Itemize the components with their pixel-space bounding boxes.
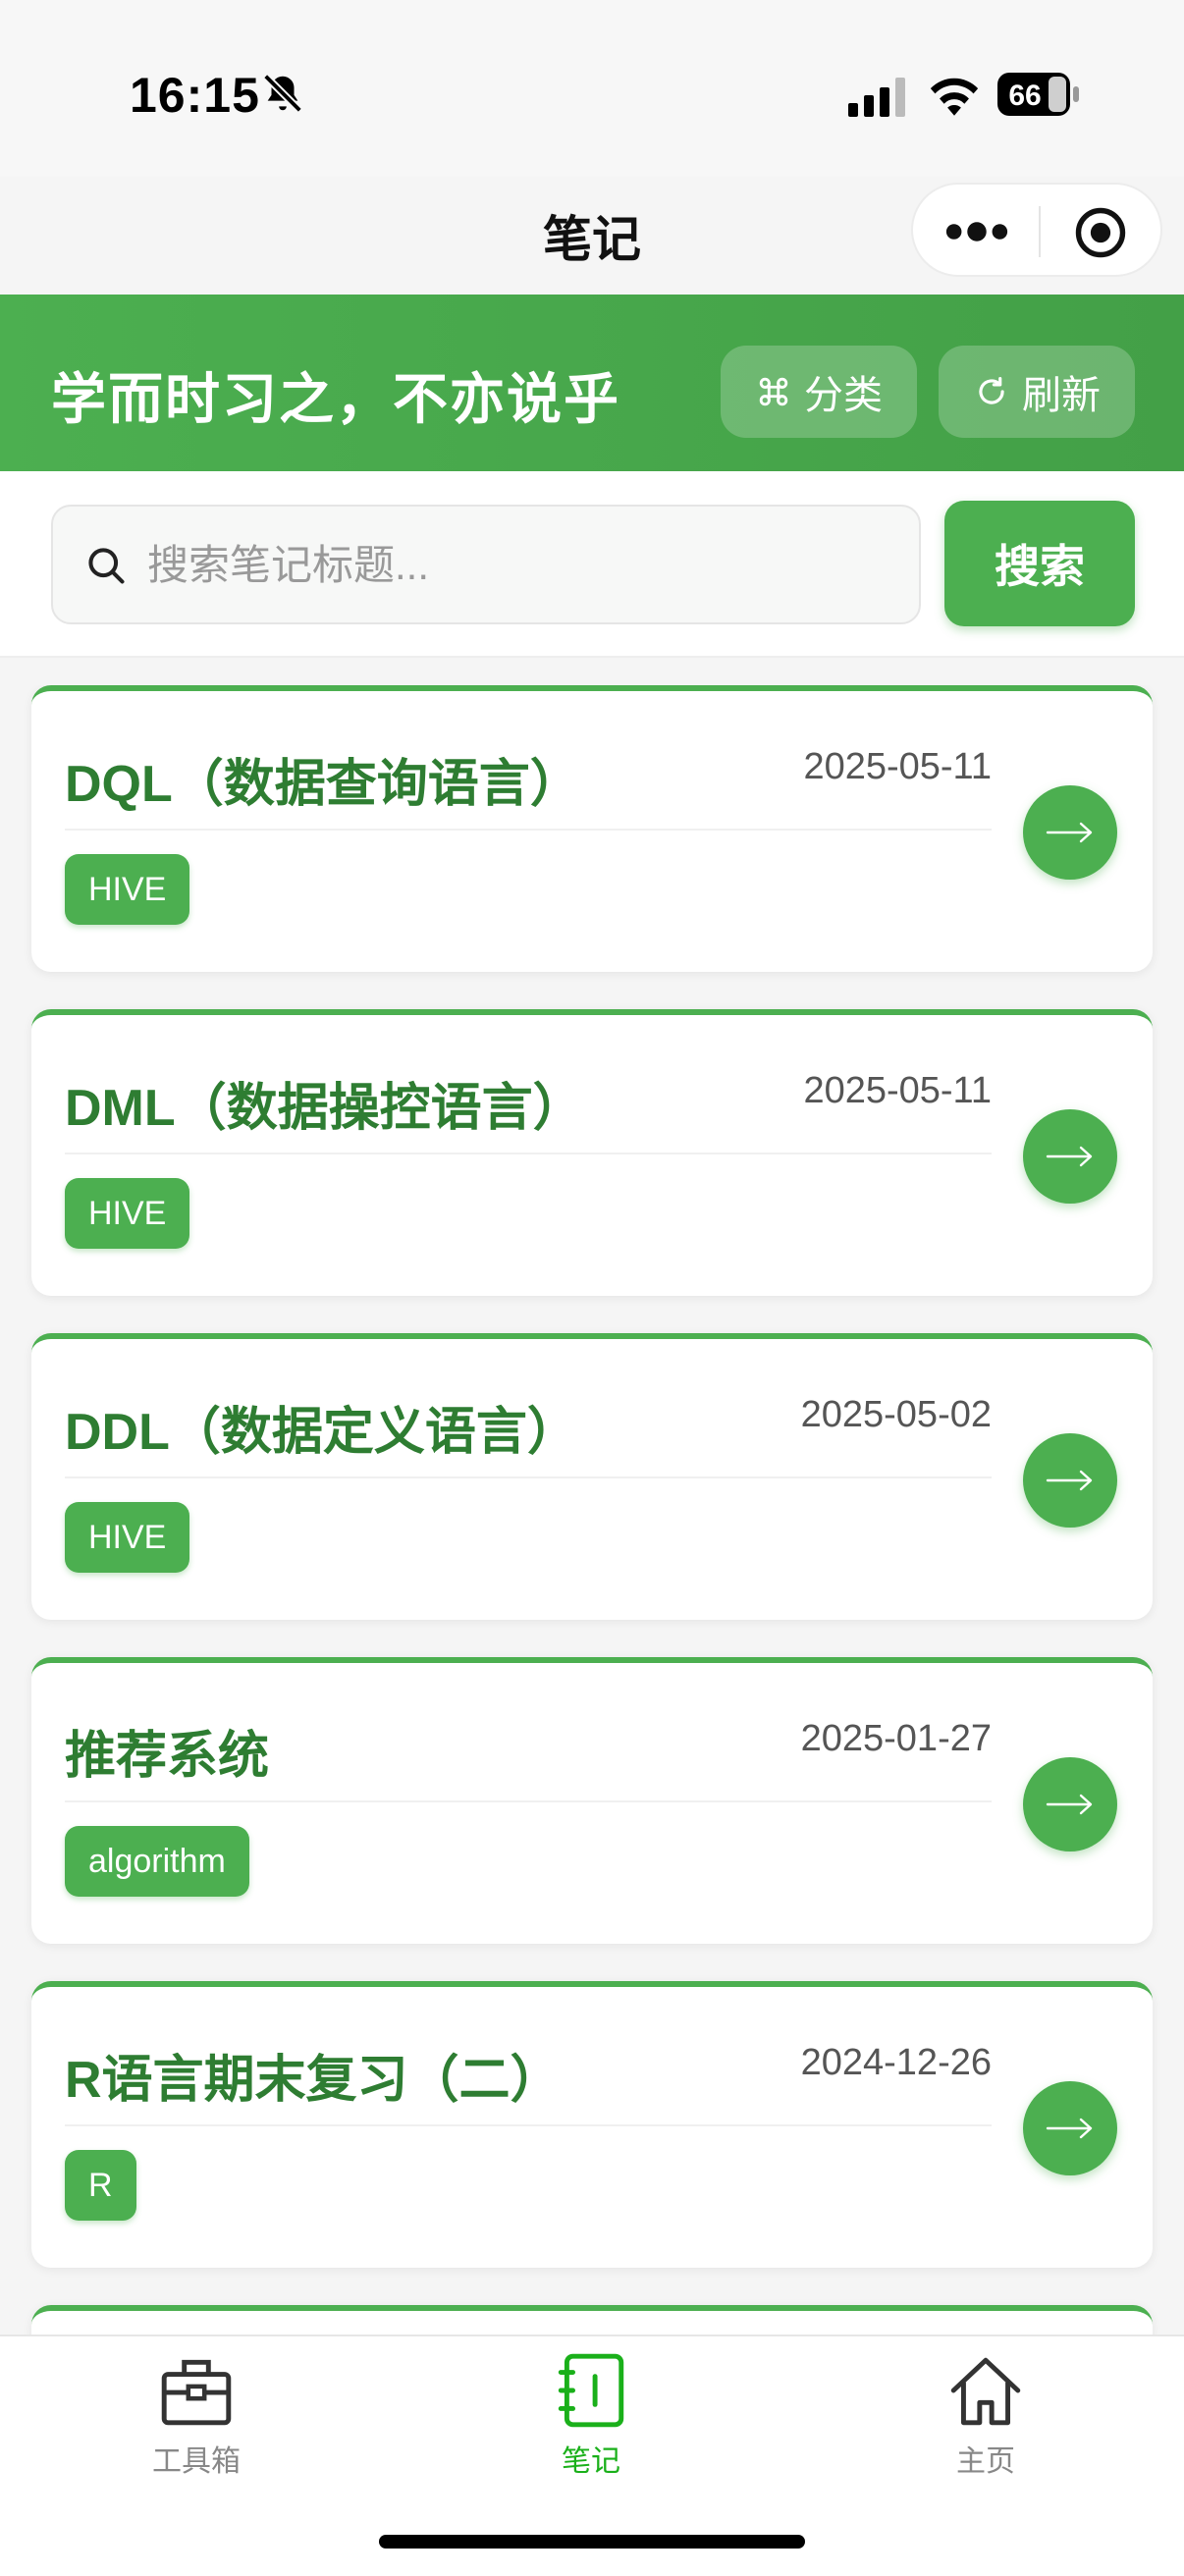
open-note-button[interactable] [1023, 785, 1117, 880]
note-card[interactable]: DML（数据操控语言） 2025-05-11 HIVE [31, 1009, 1153, 1296]
note-date: 2025-05-11 [803, 1070, 992, 1111]
open-note-button[interactable] [1023, 1109, 1117, 1204]
note-date: 2025-05-02 [800, 1394, 992, 1435]
note-card[interactable]: 推荐系统 2025-01-27 algorithm [31, 1657, 1153, 1944]
status-time: 16:15 [130, 68, 260, 123]
search-button[interactable]: 搜索 [944, 501, 1135, 626]
note-tag[interactable]: HIVE [65, 854, 190, 925]
note-title: DDL（数据定义语言） [65, 1404, 578, 1461]
note-card[interactable]: DDL（数据定义语言） 2025-05-02 HIVE [31, 1333, 1153, 1620]
note-tag[interactable]: R [65, 2150, 136, 2221]
refresh-label: 刷新 [1022, 374, 1101, 417]
search-icon [88, 548, 125, 584]
note-date: 2025-01-27 [800, 1718, 992, 1759]
note-title: 推荐系统 [65, 1728, 270, 1785]
toolbox-icon [161, 2359, 232, 2426]
note-tag[interactable]: HIVE [65, 1502, 190, 1573]
note-card[interactable]: R语言期末复习（二） 2024-12-26 R [31, 1981, 1153, 2268]
note-tag[interactable]: algorithm [65, 1826, 249, 1897]
tab-toolbox-label: 工具箱 [152, 2445, 241, 2478]
cellular-signal-icon [848, 78, 905, 117]
header-banner: 学而时习之，不亦说乎 分类 刷新 [0, 295, 1184, 471]
note-divider [65, 829, 992, 831]
open-note-button[interactable] [1023, 2081, 1117, 2175]
open-note-button[interactable] [1023, 1433, 1117, 1528]
tab-notes-label: 笔记 [562, 2445, 620, 2478]
arrow-right-icon [1046, 822, 1093, 843]
tab-home-label: 主页 [956, 2445, 1015, 2478]
note-divider [65, 1476, 992, 1478]
note-divider [65, 2124, 992, 2126]
note-tag[interactable]: HIVE [65, 1178, 190, 1249]
close-miniprogram-icon[interactable] [1074, 206, 1127, 259]
wifi-icon [930, 78, 979, 116]
arrow-right-icon [1046, 2118, 1093, 2139]
arrow-right-icon [1046, 1470, 1093, 1491]
capsule-menu [911, 183, 1162, 277]
status-bar: 16:15 66 [0, 0, 1184, 177]
category-button[interactable]: 分类 [721, 346, 917, 438]
battery-icon: 66 [997, 73, 1079, 116]
tab-toolbox[interactable]: 工具箱 [98, 2350, 295, 2497]
capsule-divider [1039, 206, 1041, 257]
command-icon [759, 377, 788, 406]
note-title: R语言期末复习（二） [65, 2052, 562, 2109]
tab-notes[interactable]: 笔记 [493, 2350, 689, 2497]
note-title: DML（数据操控语言） [65, 1080, 584, 1137]
note-divider [65, 1800, 992, 1802]
note-title: DQL（数据查询语言） [65, 756, 581, 813]
notebook-icon [558, 2353, 624, 2428]
tab-home[interactable]: 主页 [888, 2350, 1084, 2497]
search-bar: 搜索 [0, 471, 1184, 658]
note-list: DQL（数据查询语言） 2025-05-11 HIVE DML（数据操控语言） … [0, 685, 1184, 2334]
refresh-icon [979, 376, 1004, 404]
banner-motto: 学而时习之，不亦说乎 [51, 368, 620, 430]
note-date: 2024-12-26 [800, 2042, 992, 2083]
note-card[interactable]: DQL（数据查询语言） 2025-05-11 HIVE [31, 685, 1153, 972]
arrow-right-icon [1046, 1794, 1093, 1815]
open-note-button[interactable] [1023, 1757, 1117, 1852]
category-label: 分类 [804, 374, 883, 417]
more-icon[interactable] [942, 212, 1011, 251]
home-indicator [379, 2535, 805, 2549]
arrow-right-icon [1046, 1146, 1093, 1167]
search-input[interactable] [145, 507, 895, 624]
bell-muted-icon [263, 74, 302, 113]
refresh-button[interactable]: 刷新 [939, 346, 1135, 438]
home-icon [950, 2357, 1021, 2426]
note-date: 2025-05-11 [803, 746, 992, 787]
note-card-partial[interactable] [31, 2305, 1153, 2334]
note-divider [65, 1153, 992, 1154]
search-box [51, 505, 921, 624]
battery-level: 66 [1008, 80, 1041, 112]
